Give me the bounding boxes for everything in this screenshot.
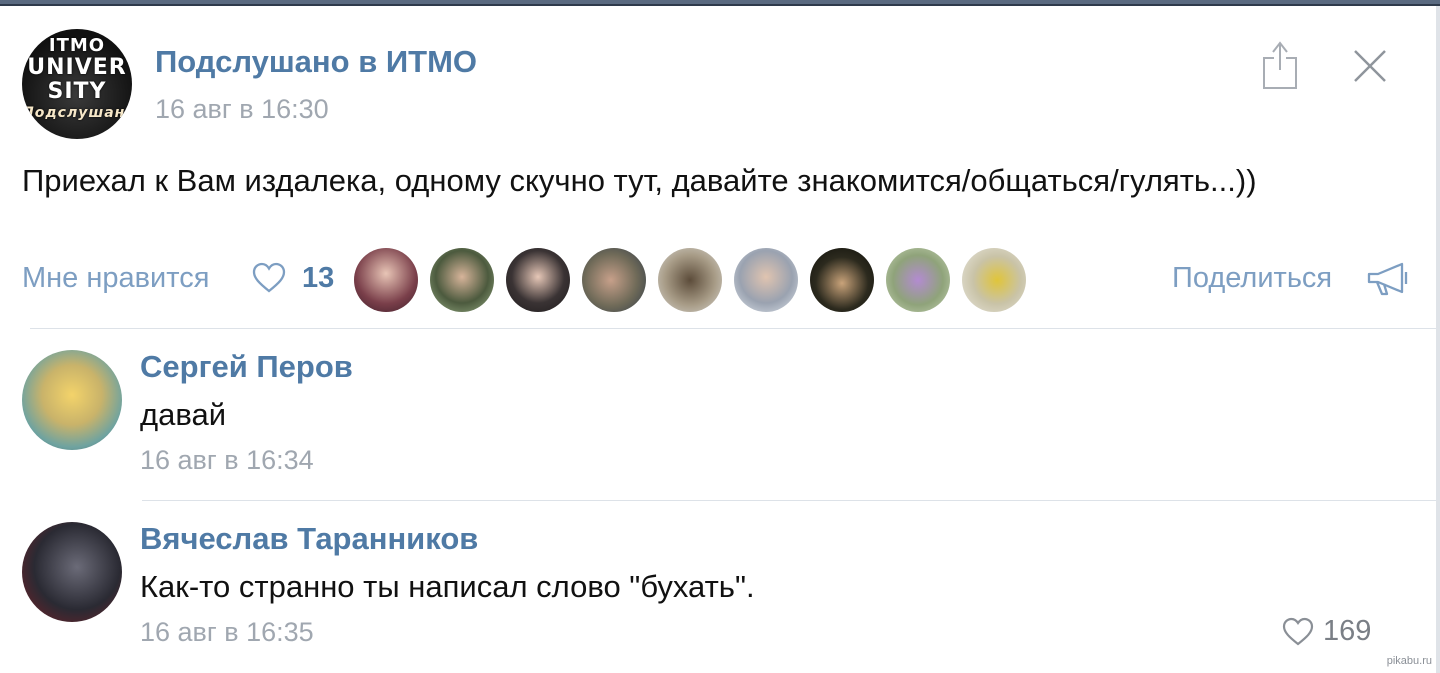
- liker-avatar-7[interactable]: [810, 248, 874, 312]
- comment-avatar[interactable]: [22, 522, 122, 622]
- avatar-logo-line-2: UNIVER: [27, 55, 127, 80]
- post-divider: [30, 328, 1436, 329]
- comment-timestamp[interactable]: 16 авг в 16:35: [140, 617, 314, 648]
- comment-like-count[interactable]: 169: [1323, 615, 1371, 648]
- comment-author-name[interactable]: Сергей Перов: [140, 349, 353, 385]
- comment-heart-icon[interactable]: [1282, 617, 1314, 647]
- comment-divider: [142, 500, 1436, 501]
- liker-avatar-9[interactable]: [962, 248, 1026, 312]
- share-button[interactable]: Поделиться: [1172, 262, 1332, 295]
- liker-avatar-3[interactable]: [506, 248, 570, 312]
- share-icon[interactable]: [1262, 40, 1298, 90]
- comment-author-name[interactable]: Вячеслав Таранников: [140, 521, 478, 557]
- top-window-strip: [0, 0, 1440, 6]
- avatar-logo-line-4: Подслушано: [22, 105, 132, 121]
- like-count[interactable]: 13: [302, 262, 334, 295]
- megaphone-icon[interactable]: [1366, 260, 1410, 298]
- like-button[interactable]: Мне нравится: [22, 262, 209, 295]
- liker-avatar-2[interactable]: [430, 248, 494, 312]
- liker-avatar-4[interactable]: [582, 248, 646, 312]
- post-author-name[interactable]: Подслушано в ИТМО: [155, 44, 477, 80]
- avatar-logo-line-3: SITY: [47, 79, 107, 104]
- comment-text: Как-то странно ты написал слово "бухать"…: [140, 569, 755, 604]
- liker-avatar-1[interactable]: [354, 248, 418, 312]
- watermark: pikabu.ru: [1386, 655, 1432, 667]
- heart-icon[interactable]: [252, 262, 286, 294]
- comment-text: давай: [140, 397, 227, 432]
- avatar-logo-line-1: ITMO: [48, 35, 106, 56]
- liker-avatar-5[interactable]: [658, 248, 722, 312]
- close-icon[interactable]: [1352, 48, 1388, 84]
- right-edge-shadow: [1436, 6, 1440, 673]
- comment-avatar[interactable]: [22, 350, 122, 450]
- post-text: Приехал к Вам издалека, одному скучно ту…: [22, 163, 1257, 198]
- comment-timestamp[interactable]: 16 авг в 16:34: [140, 445, 314, 476]
- post-author-avatar[interactable]: ITMO UNIVER SITY Подслушано: [22, 29, 132, 139]
- post-timestamp[interactable]: 16 авг в 16:30: [155, 94, 329, 125]
- liker-avatar-8[interactable]: [886, 248, 950, 312]
- liker-avatar-6[interactable]: [734, 248, 798, 312]
